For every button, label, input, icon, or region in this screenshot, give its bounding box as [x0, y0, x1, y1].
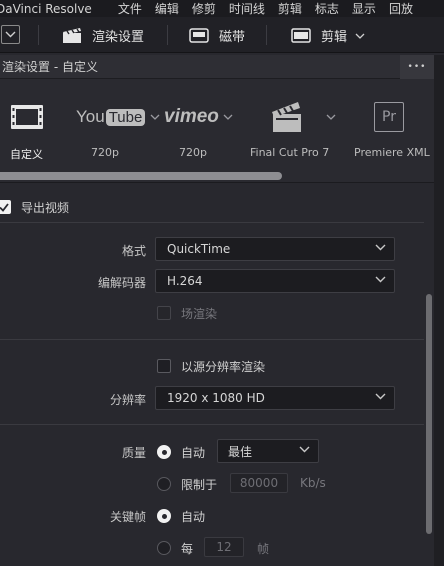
- more-icon: •••: [407, 62, 427, 72]
- media-pool-button[interactable]: 磁带: [189, 26, 245, 45]
- settings-scrollbar[interactable]: [426, 294, 432, 534]
- keyframe-auto-radio[interactable]: [157, 509, 171, 523]
- panel-header: 渲染设置 - 自定义 •••: [0, 55, 434, 79]
- chevron-down-icon: [299, 446, 310, 453]
- clapperboard-icon: [63, 28, 81, 43]
- preset-label: Premiere XML: [354, 146, 430, 159]
- app-name[interactable]: DaVinci Resolve: [0, 2, 92, 16]
- clapperboard-icon: [270, 99, 336, 135]
- codec-select[interactable]: H.264: [155, 269, 395, 293]
- preset-scrollbar[interactable]: [0, 172, 282, 180]
- divider: [0, 222, 424, 223]
- keyframe-every-radio[interactable]: [157, 541, 171, 555]
- bitrate-unit: Kb/s: [300, 476, 326, 490]
- field-render-checkbox[interactable]: [157, 306, 171, 320]
- format-value: QuickTime: [167, 242, 231, 256]
- youtube-logo: You Tube: [76, 99, 160, 135]
- menu-view[interactable]: 显示: [352, 0, 376, 17]
- chevron-down-icon: [326, 114, 336, 120]
- quality-value: 最佳: [228, 444, 253, 459]
- film-strip-icon: [10, 99, 44, 135]
- resolution-select[interactable]: 1920 x 1080 HD: [155, 386, 395, 410]
- render-settings-window: DaVinci Resolve 文件 编辑 修剪 时间线 剪辑 标志 显示 回放…: [0, 0, 444, 566]
- format-label: 格式: [121, 244, 146, 258]
- resolution-label: 分辨率: [109, 393, 146, 407]
- keyframe-unit: 帧: [257, 542, 270, 556]
- quality-select[interactable]: 最佳: [217, 439, 319, 463]
- preset-final-cut[interactable]: Final Cut Pro 7: [250, 79, 350, 169]
- menu-edit[interactable]: 编辑: [155, 0, 179, 17]
- source-resolution-label: 以源分辨率渲染: [181, 360, 266, 374]
- tape-icon: [189, 28, 209, 43]
- chevron-down-icon: [150, 114, 160, 120]
- keyframe-auto-label: 自动: [181, 510, 206, 524]
- clip-button[interactable]: 剪辑: [291, 26, 365, 45]
- export-video-label: 导出视频: [21, 201, 70, 215]
- keyframe-label: 关键帧: [109, 510, 146, 524]
- premiere-logo: Pr: [374, 99, 404, 135]
- toolbar-separator: [38, 25, 39, 45]
- quality-label: 质量: [121, 446, 146, 460]
- divider: [0, 339, 424, 340]
- menu-bar: DaVinci Resolve 文件 编辑 修剪 时间线 剪辑 标志 显示 回放: [0, 0, 444, 17]
- chevron-down-icon: [5, 31, 16, 38]
- preset-label: 自定义: [10, 148, 43, 161]
- toolbar-separator: [266, 25, 267, 45]
- quality-auto-radio[interactable]: [157, 445, 171, 459]
- clip-label: 剪辑: [321, 30, 348, 45]
- check-icon: [0, 202, 9, 212]
- menu-timeline[interactable]: 时间线: [229, 0, 265, 17]
- vimeo-logo: vimeo: [164, 99, 233, 135]
- chevron-down-icon: [223, 114, 233, 120]
- preset-label: 720p: [179, 146, 207, 159]
- preset-premiere[interactable]: Pr Premiere XML: [352, 79, 434, 169]
- quality-auto-label: 自动: [181, 446, 206, 460]
- clip-browser-icon: [291, 28, 311, 43]
- codec-value: H.264: [167, 274, 203, 288]
- preset-vimeo[interactable]: vimeo 720p: [160, 79, 250, 169]
- format-select[interactable]: QuickTime: [155, 237, 395, 261]
- export-video-checkbox[interactable]: [0, 200, 11, 214]
- preset-label: Final Cut Pro 7: [250, 146, 330, 159]
- preset-label: 720p: [91, 146, 119, 159]
- chevron-down-icon: [375, 276, 386, 283]
- panel-title: 渲染设置 - 自定义: [2, 60, 98, 74]
- media-pool-label: 磁带: [219, 30, 246, 45]
- preset-custom[interactable]: 自定义: [0, 79, 60, 169]
- keyframe-every-label: 每: [181, 542, 194, 556]
- preset-youtube[interactable]: You Tube 720p: [70, 79, 160, 169]
- video-settings: 导出视频 格式 QuickTime 编解码器 H.264 场渲染 以源分辨率渲染…: [0, 184, 434, 566]
- menu-trim[interactable]: 修剪: [192, 0, 216, 17]
- divider: [0, 424, 424, 425]
- bitrate-value: 80000: [239, 476, 279, 490]
- collapse-toggle[interactable]: [1, 25, 20, 44]
- keyframe-interval-value: 12: [216, 540, 232, 554]
- right-edge-strip: [434, 55, 444, 566]
- chevron-down-icon: [375, 393, 386, 400]
- keyframe-interval-input[interactable]: 12: [204, 537, 244, 557]
- resolution-value: 1920 x 1080 HD: [167, 391, 265, 405]
- render-settings-button[interactable]: 渲染设置: [62, 26, 144, 45]
- codec-label: 编解码器: [97, 276, 146, 290]
- bitrate-input[interactable]: 80000: [230, 473, 288, 493]
- menu-playback[interactable]: 回放: [389, 0, 413, 17]
- chevron-down-icon: [375, 244, 386, 251]
- render-settings-label: 渲染设置: [92, 30, 145, 45]
- toolbar-separator: [167, 25, 168, 45]
- preset-strip: 自定义 You Tube 720p vimeo 720p Final Cut P…: [0, 79, 434, 183]
- quality-limit-radio[interactable]: [157, 477, 171, 491]
- quality-limit-label: 限制于: [181, 478, 218, 492]
- menu-clip[interactable]: 剪辑: [278, 0, 302, 17]
- field-render-label: 场渲染: [181, 307, 218, 321]
- menu-mark[interactable]: 标志: [315, 0, 339, 17]
- menu-file[interactable]: 文件: [118, 0, 142, 17]
- toolbar: 渲染设置 磁带 剪辑: [0, 17, 444, 53]
- chevron-down-icon: [355, 33, 365, 39]
- more-options-button[interactable]: •••: [400, 55, 434, 79]
- source-resolution-checkbox[interactable]: [157, 359, 171, 373]
